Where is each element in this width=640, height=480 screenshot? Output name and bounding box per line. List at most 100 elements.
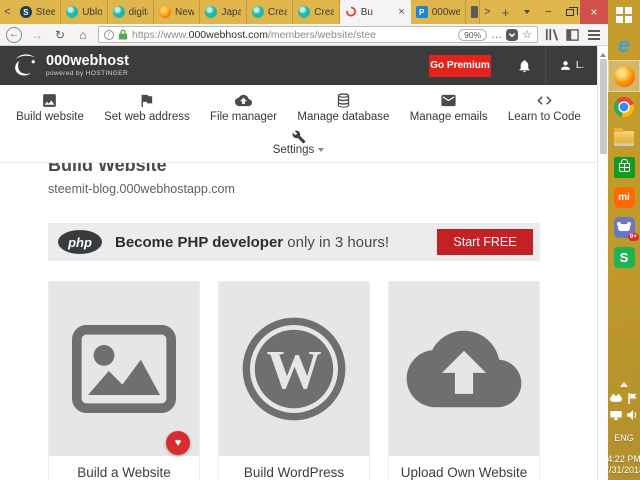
s-app-icon: S (613, 246, 635, 268)
tab-scroll-right-button[interactable]: > (480, 0, 495, 24)
navigation-toolbar: ← → ↻ ⌂ i https://www.000webhost.com/mem… (0, 24, 608, 46)
back-button[interactable]: ← (6, 26, 22, 43)
tray-gamepad-icon[interactable] (610, 394, 622, 403)
address-bar[interactable]: i https://www.000webhost.com/members/web… (98, 26, 538, 43)
tray-network-icon[interactable] (610, 410, 622, 420)
header-actions: Go Premium L. (429, 46, 597, 85)
tab-digital[interactable]: digital (108, 0, 155, 24)
nav-label: Build website (16, 111, 84, 123)
menu-hamburger-icon[interactable] (588, 33, 600, 36)
system-tray: ENG 4:22 PM 7/31/2018 (604, 378, 640, 480)
brand[interactable]: 000webhost powered by HOSTINGER (10, 52, 129, 79)
card-image-area: ♥ (49, 282, 199, 456)
show-hidden-icons-button[interactable] (620, 378, 628, 387)
user-icon (560, 61, 570, 70)
firefox-icon (613, 65, 635, 87)
tab-new-tab[interactable]: New T (154, 0, 201, 24)
nav-item-settings[interactable]: Settings (273, 130, 325, 163)
card-build-a-website[interactable]: ♥ Build a Website (48, 281, 200, 480)
scrollbar-thumb[interactable] (599, 59, 607, 154)
cloud-upload-icon (406, 330, 522, 408)
library-icon[interactable] (545, 28, 559, 41)
page-content: Build Website steemit-blog.000webhostapp… (0, 154, 597, 480)
taskbar-mi-app[interactable]: mi (608, 182, 640, 212)
member-nav-settings-row: Settings (0, 130, 597, 163)
bell-icon (519, 59, 529, 72)
clock-date: 7/31/2018 (603, 465, 640, 475)
zoom-level-indicator[interactable]: 90% (458, 28, 488, 41)
start-button[interactable] (608, 0, 640, 30)
scroll-up-arrow-icon[interactable] (600, 50, 606, 57)
page-scrollbar[interactable] (597, 46, 608, 480)
000webhost-logo-icon (15, 54, 35, 76)
partial-favicon-icon (471, 6, 478, 18)
tab-label: Create (267, 6, 288, 18)
tray-volume-icon[interactable] (626, 410, 638, 420)
page-actions-icon[interactable]: … (491, 29, 502, 41)
nav-item-file-manager[interactable]: File manager (210, 92, 277, 123)
page-viewport: Build Website steemit-blog.000webhostapp… (0, 46, 608, 480)
window-controls: − × (538, 0, 608, 24)
language-indicator[interactable]: ENG (614, 433, 634, 444)
tab-000webhost[interactable]: P 000we (411, 0, 466, 24)
nav-label: Learn to Code (507, 111, 581, 123)
pocket-icon[interactable] (506, 28, 519, 41)
restore-button[interactable] (559, 0, 580, 24)
go-premium-button[interactable]: Go Premium (429, 54, 491, 77)
new-tab-button[interactable]: + (495, 0, 517, 24)
close-button[interactable]: × (580, 0, 608, 24)
taskbar-file-explorer[interactable] (608, 122, 640, 152)
flag-icon (141, 94, 153, 107)
site-info-icon[interactable]: i (104, 29, 114, 40)
https-lock-icon[interactable] (118, 29, 128, 40)
nav-item-build-website[interactable]: Build website (16, 92, 84, 123)
tab-label: Ublog (82, 6, 102, 18)
minimize-button[interactable]: − (538, 0, 559, 24)
sidebar-toggle-icon[interactable] (566, 28, 579, 41)
browser-window: < S Steem Ublog digital New T Japan Crea… (0, 0, 608, 480)
tray-defender-flag-icon[interactable] (627, 393, 637, 404)
url-text[interactable]: https://www.000webhost.com/members/websi… (132, 29, 454, 41)
tab-partial[interactable] (466, 0, 480, 24)
bookmark-star-icon[interactable]: ☆ (522, 28, 532, 41)
taskbar-discord[interactable]: 9+ (608, 212, 640, 242)
card-upload-own-website[interactable]: Upload Own Website (388, 281, 540, 480)
taskbar-s-app[interactable]: S (608, 242, 640, 272)
tab-build-website-active[interactable]: Bu × (339, 0, 411, 24)
tab-create-1[interactable]: Create (247, 0, 294, 24)
nav-item-manage-database[interactable]: Manage database (297, 92, 389, 123)
image-icon (43, 94, 57, 107)
tab-close-icon[interactable]: × (397, 6, 405, 18)
member-nav-row: Build website Set web address File manag… (0, 85, 597, 130)
home-button[interactable]: ⌂ (75, 29, 91, 41)
taskbar-firefox-active[interactable] (608, 60, 640, 92)
tab-create-2[interactable]: Create (293, 0, 340, 24)
taskbar-chrome[interactable] (608, 92, 640, 122)
reload-button[interactable]: ↻ (52, 29, 68, 41)
card-build-wordpress[interactable]: W Build WordPress (218, 281, 370, 480)
taskbar-internet-explorer[interactable]: e (608, 30, 640, 60)
notifications-button[interactable] (503, 46, 545, 85)
favorite-heart-button[interactable]: ♥ (166, 431, 190, 455)
card-title: Build a Website (77, 465, 171, 480)
taskbar-windows-store[interactable] (608, 152, 640, 182)
nav-item-learn-to-code[interactable]: Learn to Code (508, 92, 581, 123)
nav-item-manage-emails[interactable]: Manage emails (410, 92, 488, 123)
windows-logo-icon (616, 7, 632, 23)
card-title: Upload Own Website (400, 465, 528, 480)
user-menu-button[interactable]: L. (545, 46, 597, 85)
windows-taskbar: e mi 9+ S ENG 4:22 PM 7/31/2018 (604, 0, 640, 480)
tab-steem[interactable]: S Steem (15, 0, 62, 24)
start-free-button[interactable]: Start FREE (437, 229, 533, 255)
chrome-icon (614, 97, 634, 117)
forward-button[interactable]: → (29, 29, 45, 41)
tab-list-dropdown-button[interactable] (516, 0, 538, 24)
tab-scroll-left-button[interactable]: < (0, 0, 15, 24)
nav-label: Manage emails (409, 111, 488, 123)
tab-ublog[interactable]: Ublog (61, 0, 108, 24)
tab-japan[interactable]: Japan (200, 0, 247, 24)
nav-item-set-web-address[interactable]: Set web address (104, 92, 190, 123)
website-option-cards: ♥ Build a Website W Build WordPress Uplo… (48, 281, 597, 480)
tab-label: 000we (431, 6, 460, 18)
taskbar-clock[interactable]: 4:22 PM 7/31/2018 (604, 454, 640, 476)
